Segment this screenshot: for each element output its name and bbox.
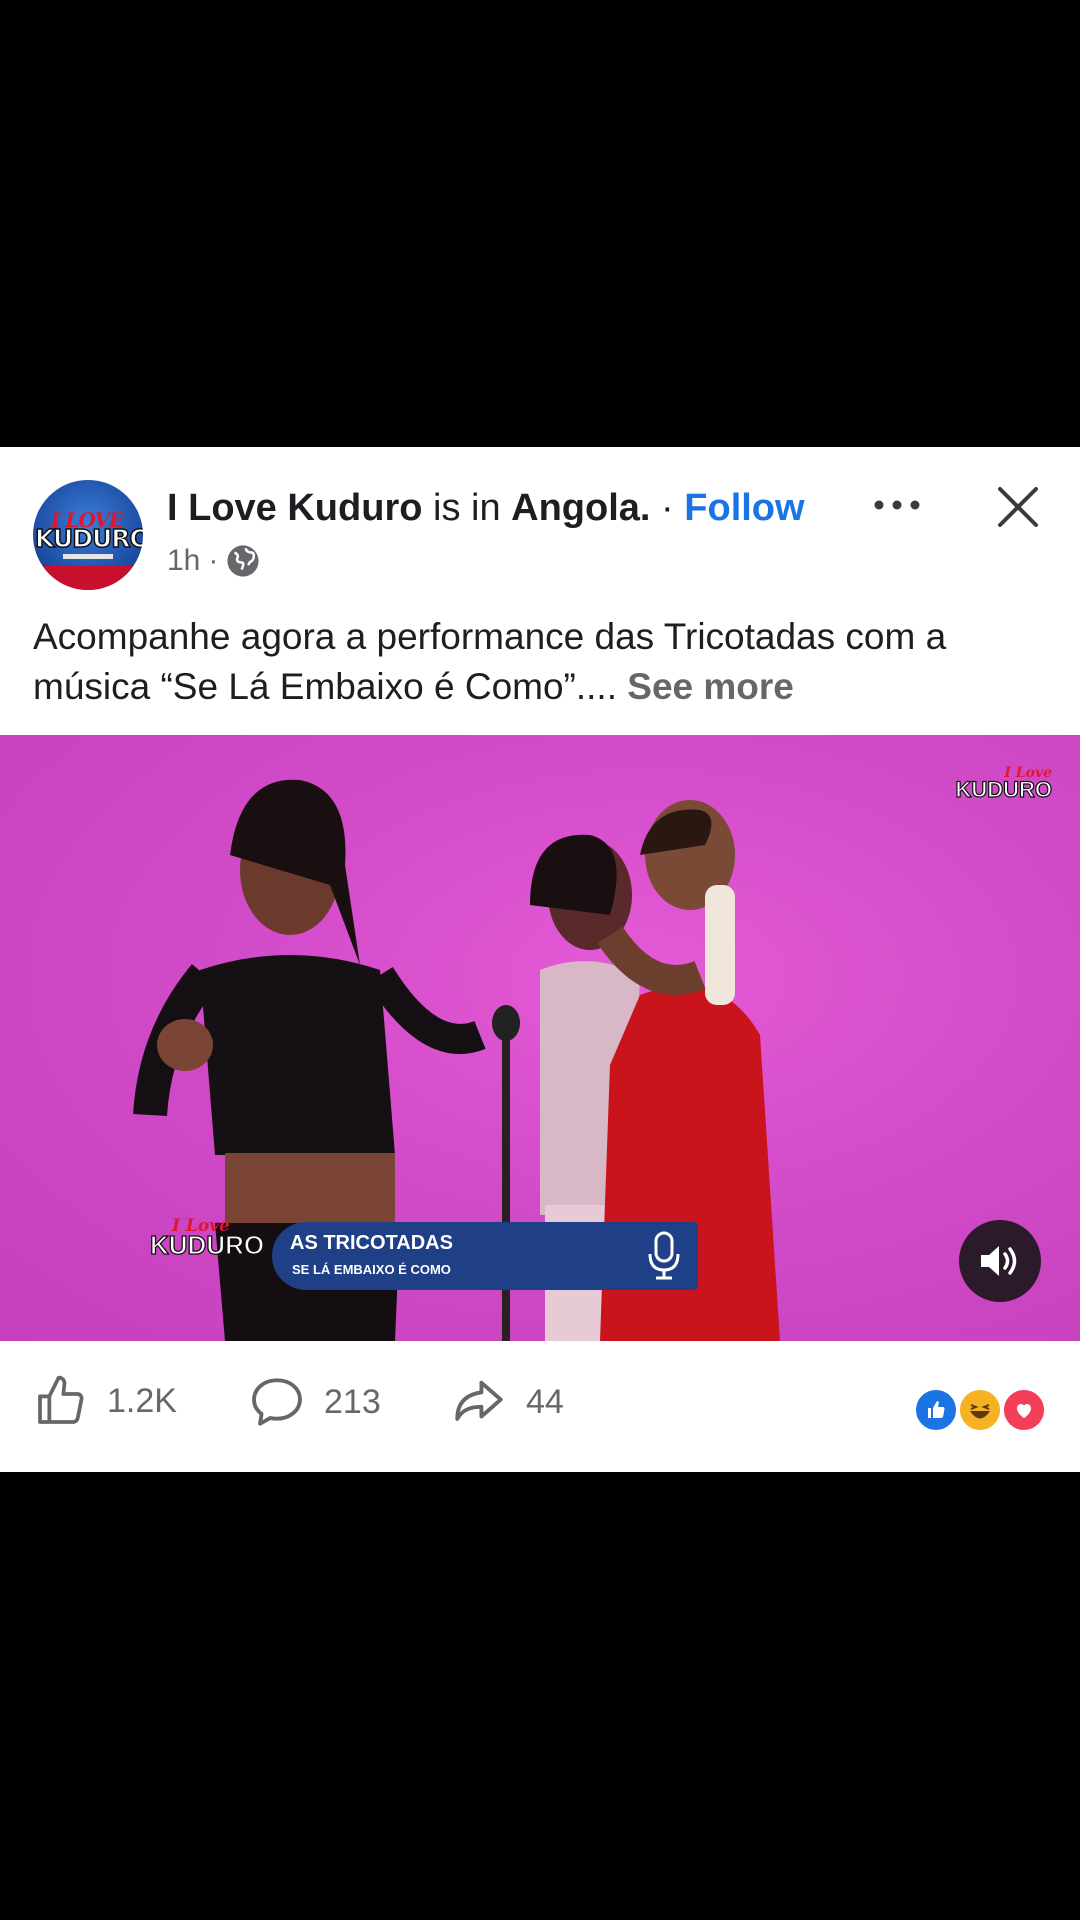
see-more-link[interactable]: See more (627, 666, 794, 707)
avatar-band (33, 566, 143, 590)
lower-third-subtitle: SE LÁ EMBAIXO É COMO (292, 1262, 451, 1277)
page-name-link[interactable]: I Love Kuduro (167, 487, 422, 529)
location-link[interactable]: Angola. (511, 487, 650, 529)
share-icon (455, 1380, 503, 1421)
post-time[interactable]: 1h (167, 544, 200, 578)
love-reaction-icon (1001, 1387, 1047, 1433)
lower-logo-top: I Love (172, 1216, 230, 1236)
speaker-icon (981, 1246, 1017, 1276)
page-avatar[interactable]: I LOVE KUDURO (33, 480, 143, 590)
close-icon[interactable] (996, 485, 1040, 529)
reaction-summary[interactable] (913, 1387, 1048, 1435)
haha-reaction-icon (957, 1387, 1003, 1433)
lower-third-bar: AS TRICOTADAS SE LÁ EMBAIXO É COMO (272, 1222, 698, 1290)
post-meta: 1h · (167, 544, 260, 578)
like-reaction-icon (913, 1387, 959, 1433)
watermark-main: KUDURO (955, 776, 1053, 802)
like-action[interactable]: 1.2K (33, 1373, 177, 1429)
meta-separator: · (208, 544, 219, 577)
microphone-icon (648, 1231, 680, 1280)
post-header-line: I Love Kuduro is in Angola. · Follow (167, 487, 805, 530)
header-separator: · (650, 487, 685, 529)
comment-count: 213 (324, 1382, 381, 1421)
follow-button[interactable]: Follow (684, 487, 804, 529)
like-count: 1.2K (107, 1381, 177, 1420)
comment-action[interactable]: 213 (248, 1373, 381, 1431)
video-player[interactable]: I Love KUDURO I Love KUDURO AS TRICOTADA… (0, 735, 1080, 1341)
like-icon (38, 1375, 84, 1424)
caption-text: Acompanhe agora a performance das Tricot… (33, 616, 947, 707)
globe-icon (227, 545, 259, 577)
is-in-text: is in (422, 487, 512, 529)
post-caption: Acompanhe agora a performance das Tricot… (33, 612, 1043, 712)
avatar-logo-main: KUDURO (34, 523, 143, 554)
comment-icon (252, 1378, 302, 1426)
share-action[interactable]: 44 (450, 1373, 564, 1431)
volume-button[interactable] (959, 1220, 1041, 1302)
lower-third-title: AS TRICOTADAS (290, 1232, 453, 1254)
video-watermark: I Love KUDURO (955, 765, 1053, 803)
share-count: 44 (526, 1382, 564, 1421)
lower-third-logo: I Love KUDURO (149, 1216, 264, 1261)
more-options-icon[interactable] (872, 490, 922, 520)
avatar-logo-strip (63, 554, 113, 559)
